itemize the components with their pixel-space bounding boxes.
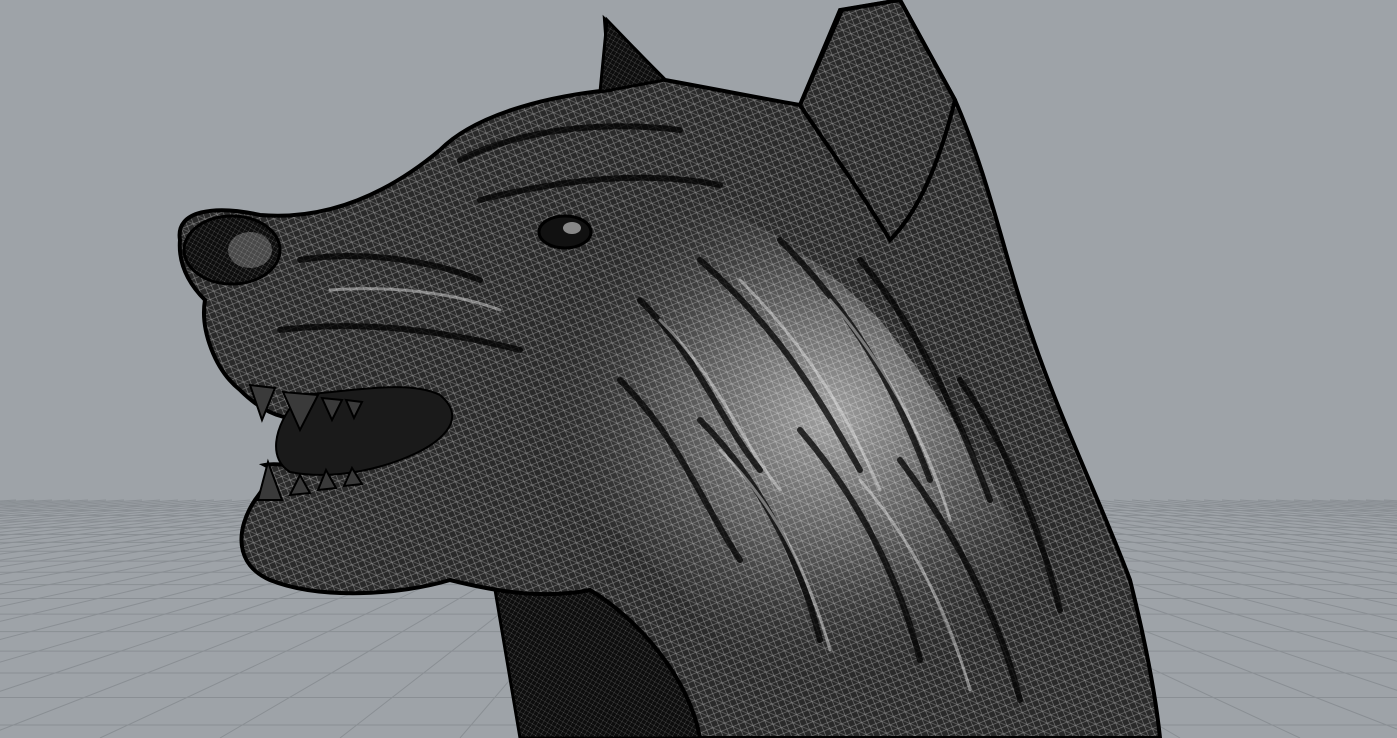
wolf-head-model[interactable] xyxy=(177,0,1163,738)
grid-line xyxy=(0,499,107,508)
nose-highlight xyxy=(228,232,272,268)
grid-line xyxy=(0,499,89,507)
grid-line xyxy=(0,499,179,515)
eye xyxy=(537,214,593,250)
grid-line xyxy=(1293,499,1397,508)
grid-line xyxy=(1365,499,1397,503)
grid-line xyxy=(1149,499,1397,524)
grid-line xyxy=(1311,499,1397,507)
viewport-canvas[interactable] xyxy=(0,0,1397,738)
left-ear xyxy=(598,16,669,94)
3d-viewport[interactable] xyxy=(0,0,1397,738)
grid-line xyxy=(1221,499,1397,515)
eye-highlight xyxy=(563,222,581,234)
grid-line xyxy=(0,499,125,510)
